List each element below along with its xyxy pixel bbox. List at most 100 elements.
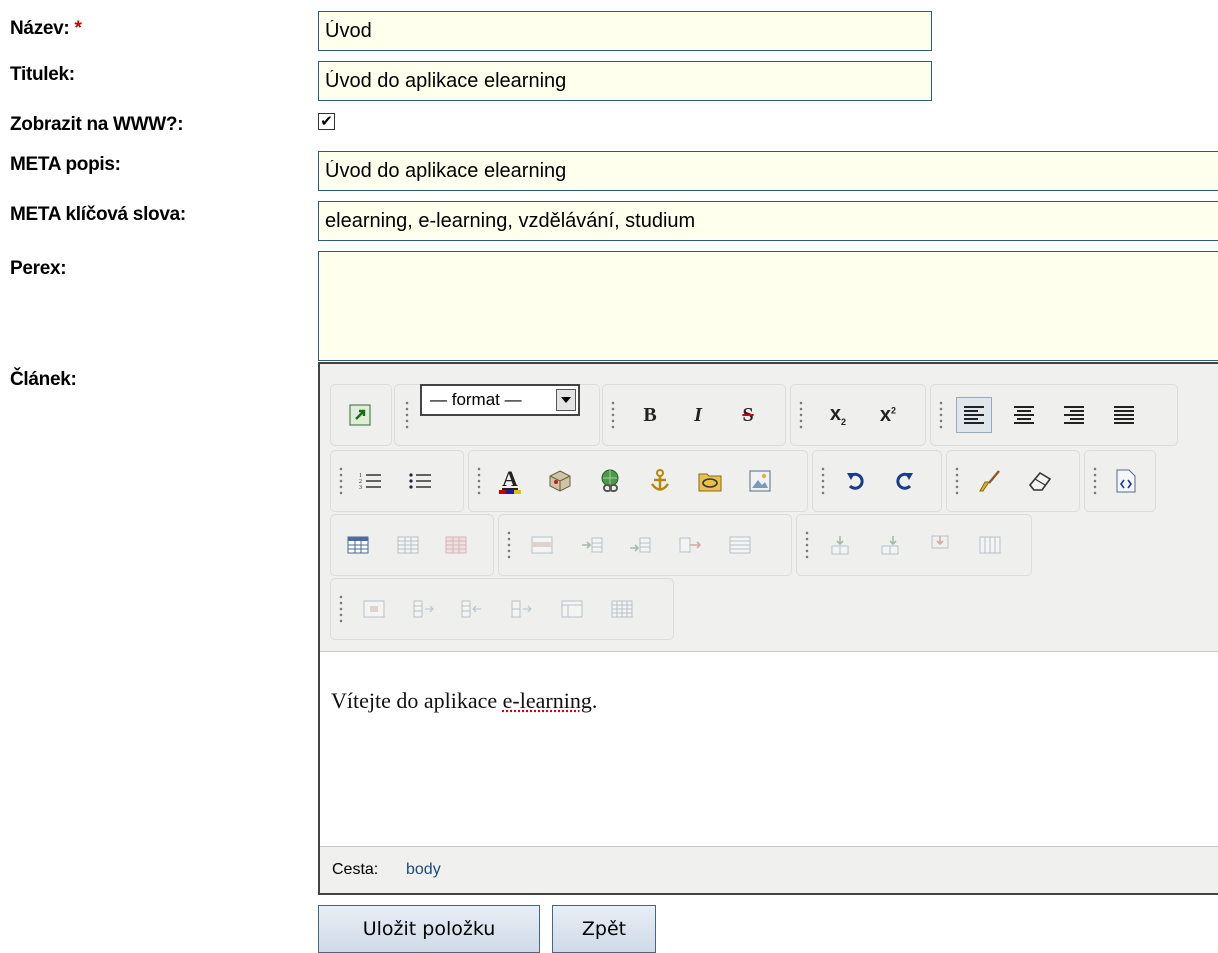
toolbar-grip[interactable] <box>611 400 615 430</box>
cell-split-button[interactable] <box>554 591 590 627</box>
path-body-link[interactable]: body <box>406 861 441 879</box>
toolbar-grip[interactable] <box>805 530 809 560</box>
name-label: Název: * <box>10 18 82 40</box>
show-www-checkbox[interactable]: ✔ <box>318 113 335 130</box>
align-right-button[interactable] <box>1056 397 1092 433</box>
unordered-list-icon <box>409 471 431 491</box>
media-icon <box>549 470 571 492</box>
italic-icon: I <box>694 404 702 427</box>
article-text: Vítejte do aplikace e-learning. <box>331 688 597 714</box>
chevron-down-icon <box>556 389 576 411</box>
toolbar-grip[interactable] <box>339 466 343 496</box>
toolbar-grip[interactable] <box>405 400 409 430</box>
table-button[interactable] <box>340 527 376 563</box>
save-item-button[interactable]: Uložit položku <box>318 905 540 953</box>
misspelled-word: e-learning <box>503 688 592 713</box>
toolbar-grip[interactable] <box>799 400 803 430</box>
align-left-button[interactable] <box>956 397 992 433</box>
toolbar-group-cleanup <box>946 450 1080 512</box>
table-delete-button[interactable] <box>438 527 474 563</box>
bold-button[interactable]: B <box>632 397 668 433</box>
cell-props-icon <box>363 600 385 618</box>
table-merge-icon <box>979 536 1001 554</box>
source-code-button[interactable] <box>1108 463 1144 499</box>
undo-button[interactable] <box>838 463 874 499</box>
table-split-icon <box>729 536 751 554</box>
table-grid-button[interactable] <box>604 591 640 627</box>
file-button[interactable] <box>692 463 728 499</box>
col-delete-button[interactable] <box>922 527 958 563</box>
redo-icon <box>894 471 914 491</box>
align-right-icon <box>1064 406 1084 424</box>
meta-keywords-field[interactable] <box>318 201 1218 241</box>
cell-insert-icon <box>413 600 435 618</box>
toolbar-grip[interactable] <box>477 466 481 496</box>
subscript-icon: x2 <box>830 403 846 427</box>
row-delete-button[interactable] <box>672 527 708 563</box>
name-label-text: Název: <box>10 18 69 39</box>
row-insert-after-button[interactable] <box>622 527 658 563</box>
svg-text:3: 3 <box>359 485 362 491</box>
title-field[interactable] <box>318 61 932 101</box>
toolbar-grip[interactable] <box>339 594 343 624</box>
cleanup-icon <box>979 470 1001 492</box>
unordered-list-button[interactable] <box>402 463 438 499</box>
subscript-button[interactable]: x2 <box>820 397 856 433</box>
cell-merge-button[interactable] <box>504 591 540 627</box>
checkmark-icon: ✔ <box>320 113 333 130</box>
cell-insert-button[interactable] <box>406 591 442 627</box>
redo-button[interactable] <box>886 463 922 499</box>
eraser-button[interactable] <box>1022 463 1058 499</box>
cell-props-button[interactable] <box>356 591 392 627</box>
col-insert-after-icon <box>879 535 901 555</box>
align-center-button[interactable] <box>1006 397 1042 433</box>
ordered-list-button[interactable]: 123 <box>352 463 388 499</box>
meta-description-field[interactable] <box>318 151 1218 191</box>
italic-button[interactable]: I <box>680 397 716 433</box>
table-split-button[interactable] <box>722 527 758 563</box>
toolbar-grip[interactable] <box>1093 466 1097 496</box>
source-code-icon <box>1116 469 1136 493</box>
align-justify-button[interactable] <box>1106 397 1142 433</box>
toolbar-group-history <box>812 450 942 512</box>
text-color-button[interactable]: A <box>492 463 528 499</box>
back-button[interactable]: Zpět <box>552 905 656 953</box>
image-button[interactable] <box>742 463 778 499</box>
toolbar-grip[interactable] <box>507 530 511 560</box>
link-button[interactable] <box>592 463 628 499</box>
editor-toolbar: — format — B I S x2 x2 1 2 3 A <box>320 364 1218 652</box>
editor-content[interactable]: Vítejte do aplikace e-learning. <box>320 652 1218 847</box>
col-insert-before-icon <box>829 535 851 555</box>
toolbar-grip[interactable] <box>939 400 943 430</box>
toolbar-grip[interactable] <box>821 466 825 496</box>
strikethrough-icon: S <box>742 404 753 427</box>
align-left-icon <box>964 406 984 424</box>
anchor-button[interactable] <box>642 463 678 499</box>
bold-icon: B <box>643 404 656 427</box>
file-icon <box>698 470 722 492</box>
editor-statusbar: Cesta: body <box>320 846 1218 893</box>
col-insert-before-button[interactable] <box>822 527 858 563</box>
cell-insert-after-button[interactable] <box>454 591 490 627</box>
superscript-button[interactable]: x2 <box>870 397 906 433</box>
fullscreen-icon <box>348 403 372 427</box>
table-delete-icon <box>445 536 467 554</box>
format-select[interactable]: — format — <box>420 384 580 416</box>
strikethrough-button[interactable]: S <box>730 397 766 433</box>
undo-icon <box>846 471 866 491</box>
align-center-icon <box>1014 406 1034 424</box>
row-props-button[interactable] <box>524 527 560 563</box>
name-field[interactable] <box>318 11 932 51</box>
toolbar-grip[interactable] <box>955 466 959 496</box>
media-button[interactable] <box>542 463 578 499</box>
cleanup-button[interactable] <box>972 463 1008 499</box>
col-insert-after-button[interactable] <box>872 527 908 563</box>
table-props-button[interactable] <box>390 527 426 563</box>
fullscreen-button[interactable] <box>342 397 378 433</box>
row-insert-before-button[interactable] <box>574 527 610 563</box>
perex-textarea[interactable] <box>318 251 1218 361</box>
format-select-value: — format — <box>430 390 522 410</box>
color-bar <box>499 490 521 494</box>
table-merge-button[interactable] <box>972 527 1008 563</box>
align-justify-icon <box>1114 406 1134 424</box>
